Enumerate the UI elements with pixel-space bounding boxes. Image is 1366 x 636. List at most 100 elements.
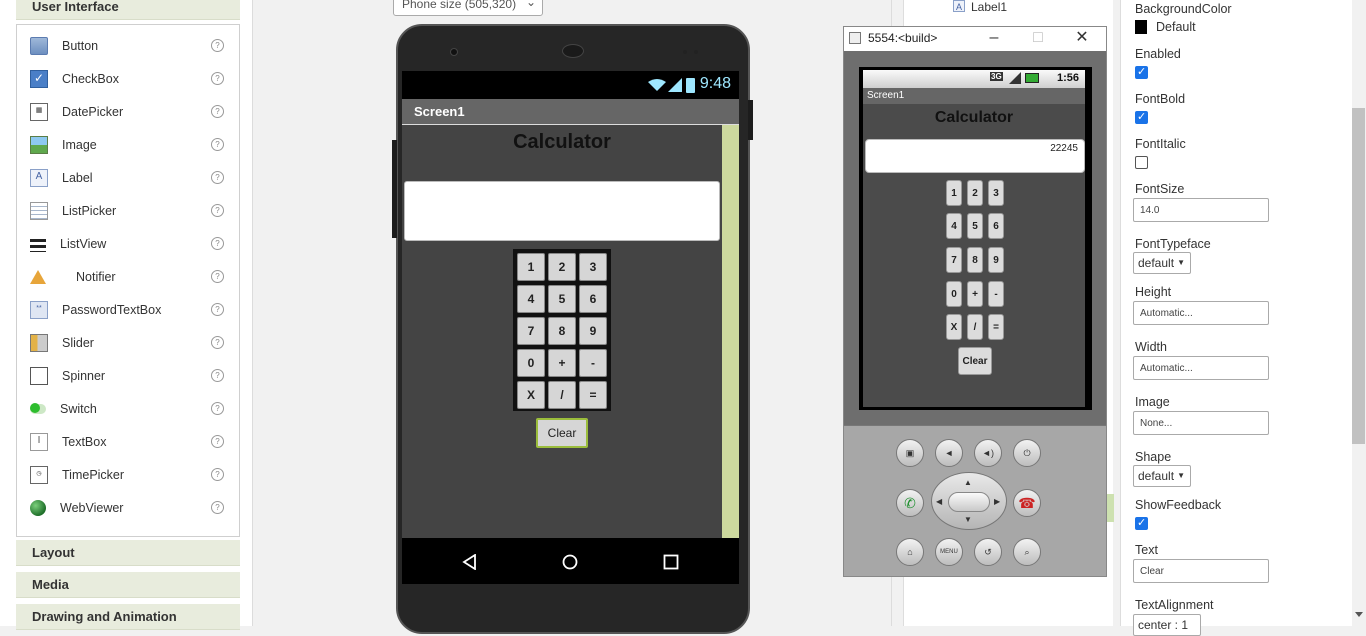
emulator-display-textbox[interactable]: 22245 <box>865 139 1085 173</box>
emulator-key-8[interactable]: 8 <box>967 247 983 273</box>
key-6[interactable]: 6 <box>579 285 607 313</box>
help-icon[interactable]: ? <box>211 501 224 514</box>
emulator-titlebar[interactable]: 5554:<build> – □ ✕ <box>844 27 1106 51</box>
emulator-key-plus[interactable]: + <box>967 281 983 307</box>
help-icon[interactable]: ? <box>211 402 224 415</box>
volume-down-icon[interactable]: ◄ <box>935 439 963 467</box>
category-media[interactable]: Media <box>16 572 240 598</box>
keypad-table[interactable]: 1 2 3 4 5 6 7 8 9 0 + - X / = <box>513 249 611 411</box>
dpad-right-icon[interactable]: ▶ <box>994 497 1000 506</box>
help-icon[interactable]: ? <box>211 204 224 217</box>
search-icon[interactable]: ⌕ <box>1013 538 1041 566</box>
scroll-down-icon[interactable] <box>1355 612 1363 617</box>
palette-item-spinner[interactable]: Spinner ? <box>17 359 239 392</box>
palette-item-image[interactable]: Image ? <box>17 128 239 161</box>
category-user-interface[interactable]: User Interface <box>16 0 240 20</box>
menu-button[interactable]: MENU <box>935 538 963 566</box>
home-icon[interactable]: ⌂ <box>896 538 924 566</box>
prop-value-backgroundcolor[interactable]: Default <box>1156 20 1196 34</box>
palette-item-textbox[interactable]: I TextBox ? <box>17 425 239 458</box>
dpad-left-icon[interactable]: ◀ <box>936 497 942 506</box>
camera-button-icon[interactable]: ▣ <box>896 439 924 467</box>
power-icon[interactable]: ⏻ <box>1013 439 1041 467</box>
fonttypeface-select[interactable]: default ▼ <box>1133 252 1191 274</box>
key-8[interactable]: 8 <box>548 317 576 345</box>
help-icon[interactable]: ? <box>211 369 224 382</box>
back-icon[interactable]: ↺ <box>974 538 1002 566</box>
enabled-checkbox[interactable] <box>1135 65 1148 79</box>
phone-size-select[interactable]: Phone size (505,320) ⌄ <box>393 0 543 16</box>
emulator-key-multiply[interactable]: X <box>946 314 962 340</box>
emulator-key-equals[interactable]: = <box>988 314 1004 340</box>
emulator-key-6[interactable]: 6 <box>988 213 1004 239</box>
help-icon[interactable]: ? <box>211 468 224 481</box>
image-input[interactable]: None... <box>1133 411 1269 435</box>
category-layout[interactable]: Layout <box>16 540 240 566</box>
height-input[interactable]: Automatic... <box>1133 301 1269 325</box>
emulator-key-4[interactable]: 4 <box>946 213 962 239</box>
key-9[interactable]: 9 <box>579 317 607 345</box>
key-3[interactable]: 3 <box>579 253 607 281</box>
showfeedback-checkbox[interactable] <box>1135 516 1148 530</box>
palette-item-listpicker[interactable]: ListPicker ? <box>17 194 239 227</box>
emulator-key-1[interactable]: 1 <box>946 180 962 206</box>
emulator-key-divide[interactable]: / <box>967 314 983 340</box>
end-call-icon[interactable]: ☎ <box>1013 489 1041 517</box>
palette-item-webviewer[interactable]: WebViewer ? <box>17 491 239 524</box>
emulator-key-7[interactable]: 7 <box>946 247 962 273</box>
dpad-up-icon[interactable]: ▲ <box>964 478 972 487</box>
volume-up-icon[interactable]: ◄) <box>974 439 1002 467</box>
emulator-key-3[interactable]: 3 <box>988 180 1004 206</box>
help-icon[interactable]: ? <box>211 105 224 118</box>
maximize-icon[interactable]: □ <box>1016 27 1060 51</box>
key-1[interactable]: 1 <box>517 253 545 281</box>
emulator-key-minus[interactable]: - <box>988 281 1004 307</box>
fontitalic-checkbox[interactable] <box>1135 156 1148 169</box>
color-swatch[interactable] <box>1135 20 1147 34</box>
call-icon[interactable]: ✆ <box>896 489 924 517</box>
help-icon[interactable]: ? <box>211 336 224 349</box>
palette-item-slider[interactable]: Slider ? <box>17 326 239 359</box>
emulator-key-9[interactable]: 9 <box>988 247 1004 273</box>
dpad-down-icon[interactable]: ▼ <box>964 515 972 524</box>
help-icon[interactable]: ? <box>211 72 224 85</box>
fontsize-input[interactable]: 14.0 <box>1133 198 1269 222</box>
textalignment-select[interactable]: center : 1 <box>1133 614 1201 636</box>
calculator-display-textbox[interactable] <box>404 181 720 241</box>
shape-select[interactable]: default ▼ <box>1133 465 1191 487</box>
emulator-key-5[interactable]: 5 <box>967 213 983 239</box>
back-icon[interactable] <box>462 554 478 570</box>
dpad-center-button[interactable] <box>948 492 990 512</box>
text-input[interactable]: Clear <box>1133 559 1269 583</box>
scrollbar-thumb[interactable] <box>1352 108 1365 444</box>
palette-item-checkbox[interactable]: ✓ CheckBox ? <box>17 62 239 95</box>
help-icon[interactable]: ? <box>211 435 224 448</box>
key-multiply[interactable]: X <box>517 381 545 409</box>
help-icon[interactable]: ? <box>211 237 224 250</box>
palette-item-button[interactable]: Button ? <box>17 29 239 62</box>
palette-item-label[interactable]: A Label ? <box>17 161 239 194</box>
emulator-clear-button[interactable]: Clear <box>958 347 992 375</box>
emulator-key-0[interactable]: 0 <box>946 281 962 307</box>
palette-item-listview[interactable]: ListView ? <box>17 227 239 260</box>
help-icon[interactable]: ? <box>211 303 224 316</box>
key-5[interactable]: 5 <box>548 285 576 313</box>
recents-icon[interactable] <box>663 554 679 570</box>
emulator-key-2[interactable]: 2 <box>967 180 983 206</box>
key-2[interactable]: 2 <box>548 253 576 281</box>
width-input[interactable]: Automatic... <box>1133 356 1269 380</box>
home-icon[interactable] <box>562 554 578 570</box>
key-divide[interactable]: / <box>548 381 576 409</box>
key-7[interactable]: 7 <box>517 317 545 345</box>
close-icon[interactable]: ✕ <box>1060 27 1104 51</box>
palette-item-datepicker[interactable]: ▦ DatePicker ? <box>17 95 239 128</box>
help-icon[interactable]: ? <box>211 171 224 184</box>
fontbold-checkbox[interactable] <box>1135 110 1148 124</box>
minimize-icon[interactable]: – <box>972 27 1016 51</box>
palette-item-notifier[interactable]: Notifier ? <box>17 260 239 293</box>
help-icon[interactable]: ? <box>211 138 224 151</box>
help-icon[interactable]: ? <box>211 39 224 52</box>
key-0[interactable]: 0 <box>517 349 545 377</box>
category-drawing-animation[interactable]: Drawing and Animation <box>16 604 240 630</box>
key-equals[interactable]: = <box>579 381 607 409</box>
